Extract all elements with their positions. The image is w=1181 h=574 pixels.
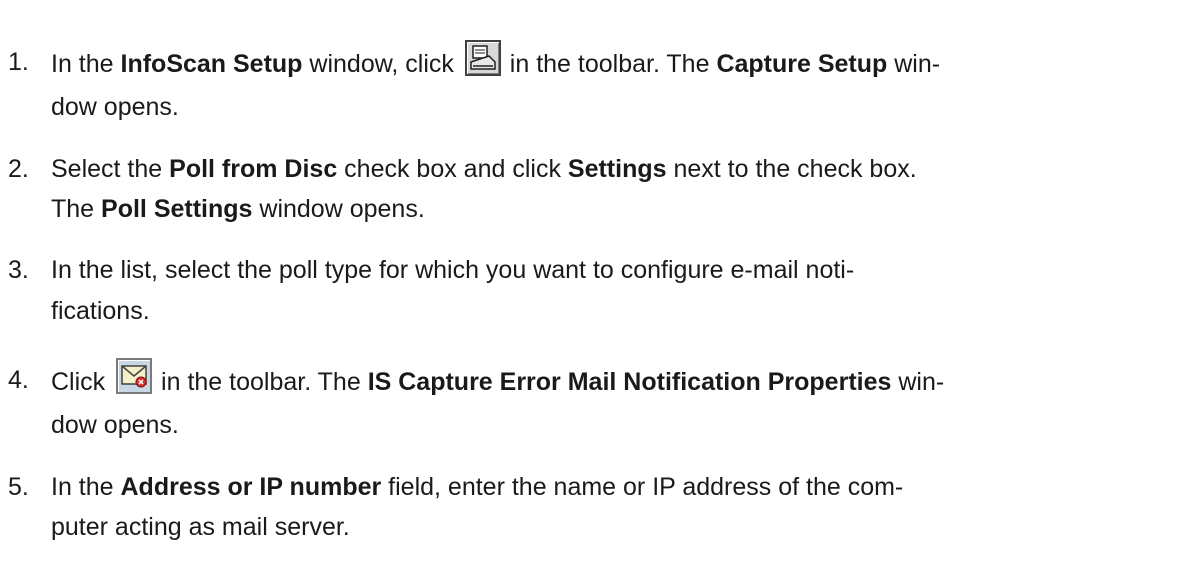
ui-label: Capture Setup <box>716 50 888 78</box>
step-text-line: dow opens. <box>51 411 179 439</box>
step-number: 3. <box>8 256 29 284</box>
step-text-line: dow opens. <box>51 93 179 121</box>
step-text-line: In the list, select the poll type for wh… <box>51 256 855 284</box>
step-text-line: puter acting as mail server. <box>51 513 350 541</box>
step-number: 1. <box>8 48 29 76</box>
ui-label: IS Capture Error Mail Notification Prope… <box>367 368 892 396</box>
step-text-line: In the InfoScan Setup window, click in t… <box>51 40 940 79</box>
step-number: 4. <box>8 366 29 394</box>
step-text-line: In the Address or IP number field, enter… <box>51 473 904 501</box>
ui-label: Address or IP number <box>120 473 382 501</box>
step-text-line: Click in the toolbar. The IS Capture Err… <box>51 358 944 397</box>
step-text-line: Select the Poll from Disc check box and … <box>51 155 917 183</box>
step-number: 2. <box>8 155 29 183</box>
step-text-line: The Poll Settings window opens. <box>51 195 425 223</box>
ui-label: InfoScan Setup <box>120 50 303 78</box>
ui-label: Poll Settings <box>101 195 253 223</box>
mail-notification-toolbar-icon <box>116 358 153 394</box>
ui-label: Poll from Disc <box>169 155 338 183</box>
ui-label: Settings <box>567 155 667 183</box>
step-number: 5. <box>8 473 29 501</box>
step-text-line: fications. <box>51 297 150 325</box>
scanner-toolbar-icon <box>464 40 501 76</box>
